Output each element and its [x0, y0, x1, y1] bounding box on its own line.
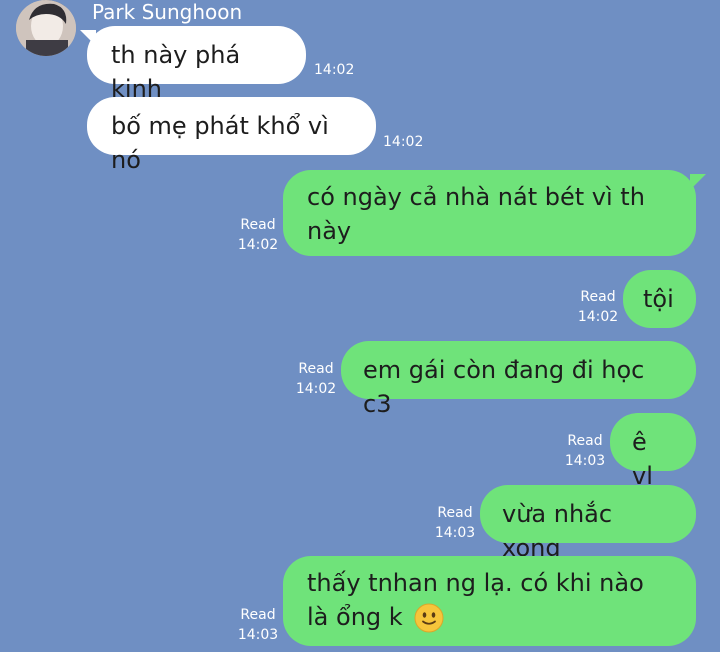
message-meta: Read 14:02	[574, 287, 622, 327]
incoming-message-bubble[interactable]: th này phá kinh	[87, 26, 306, 103]
message-time: 14:02	[295, 381, 337, 397]
message-text: tội	[643, 285, 674, 313]
message-meta: Read 14:02	[234, 215, 282, 255]
message-text: có ngày cả nhà nát bét vì th này	[307, 183, 645, 245]
message-time: 14:02	[314, 62, 355, 78]
message-text: thấy tnhan ng lạ. có khi nào là ổng k	[307, 569, 644, 631]
message-meta: Read 14:03	[234, 605, 282, 645]
read-receipt: Read	[298, 361, 334, 377]
message-time: 14:03	[564, 453, 606, 469]
message-text: em gái còn đang đi học c3	[363, 356, 645, 418]
message-time: 14:03	[237, 627, 279, 643]
slightly-smiling-face-emoji-icon	[414, 603, 444, 633]
outgoing-message-bubble[interactable]: ê vl	[610, 413, 696, 490]
incoming-message-bubble[interactable]: bố mẹ phát khổ vì nó	[87, 97, 376, 174]
message-meta: 14:02	[314, 60, 354, 80]
chat-view: Park Sunghoon th này phá kinh 14:02 bố m…	[0, 0, 720, 652]
read-receipt: Read	[240, 217, 276, 233]
message-text: ê vl	[632, 428, 653, 490]
message-text: th này phá kinh	[111, 41, 241, 103]
read-receipt: Read	[567, 433, 603, 449]
avatar-portrait-icon	[16, 0, 76, 56]
outgoing-message-bubble[interactable]: vừa nhắc xong	[480, 485, 696, 562]
message-text: vừa nhắc xong	[502, 500, 613, 562]
read-receipt: Read	[437, 505, 473, 521]
message-time: 14:02	[577, 309, 619, 325]
contact-name[interactable]: Park Sunghoon	[92, 0, 242, 24]
outgoing-message-bubble[interactable]: tội	[623, 270, 696, 328]
message-meta: Read 14:02	[292, 359, 340, 399]
message-meta: 14:02	[383, 132, 423, 152]
read-receipt: Read	[240, 607, 276, 623]
message-text: bố mẹ phát khổ vì nó	[111, 112, 329, 174]
contact-avatar[interactable]	[16, 0, 76, 56]
outgoing-message-bubble[interactable]: thấy tnhan ng lạ. có khi nào là ổng k	[283, 556, 696, 646]
message-meta: Read 14:03	[561, 431, 609, 471]
message-time: 14:02	[237, 237, 279, 253]
message-meta: Read 14:03	[431, 503, 479, 543]
outgoing-message-bubble[interactable]: em gái còn đang đi học c3	[341, 341, 696, 418]
message-time: 14:02	[383, 134, 424, 150]
outgoing-message-bubble[interactable]: có ngày cả nhà nát bét vì th này	[283, 170, 696, 256]
message-time: 14:03	[434, 525, 476, 541]
read-receipt: Read	[580, 289, 616, 305]
